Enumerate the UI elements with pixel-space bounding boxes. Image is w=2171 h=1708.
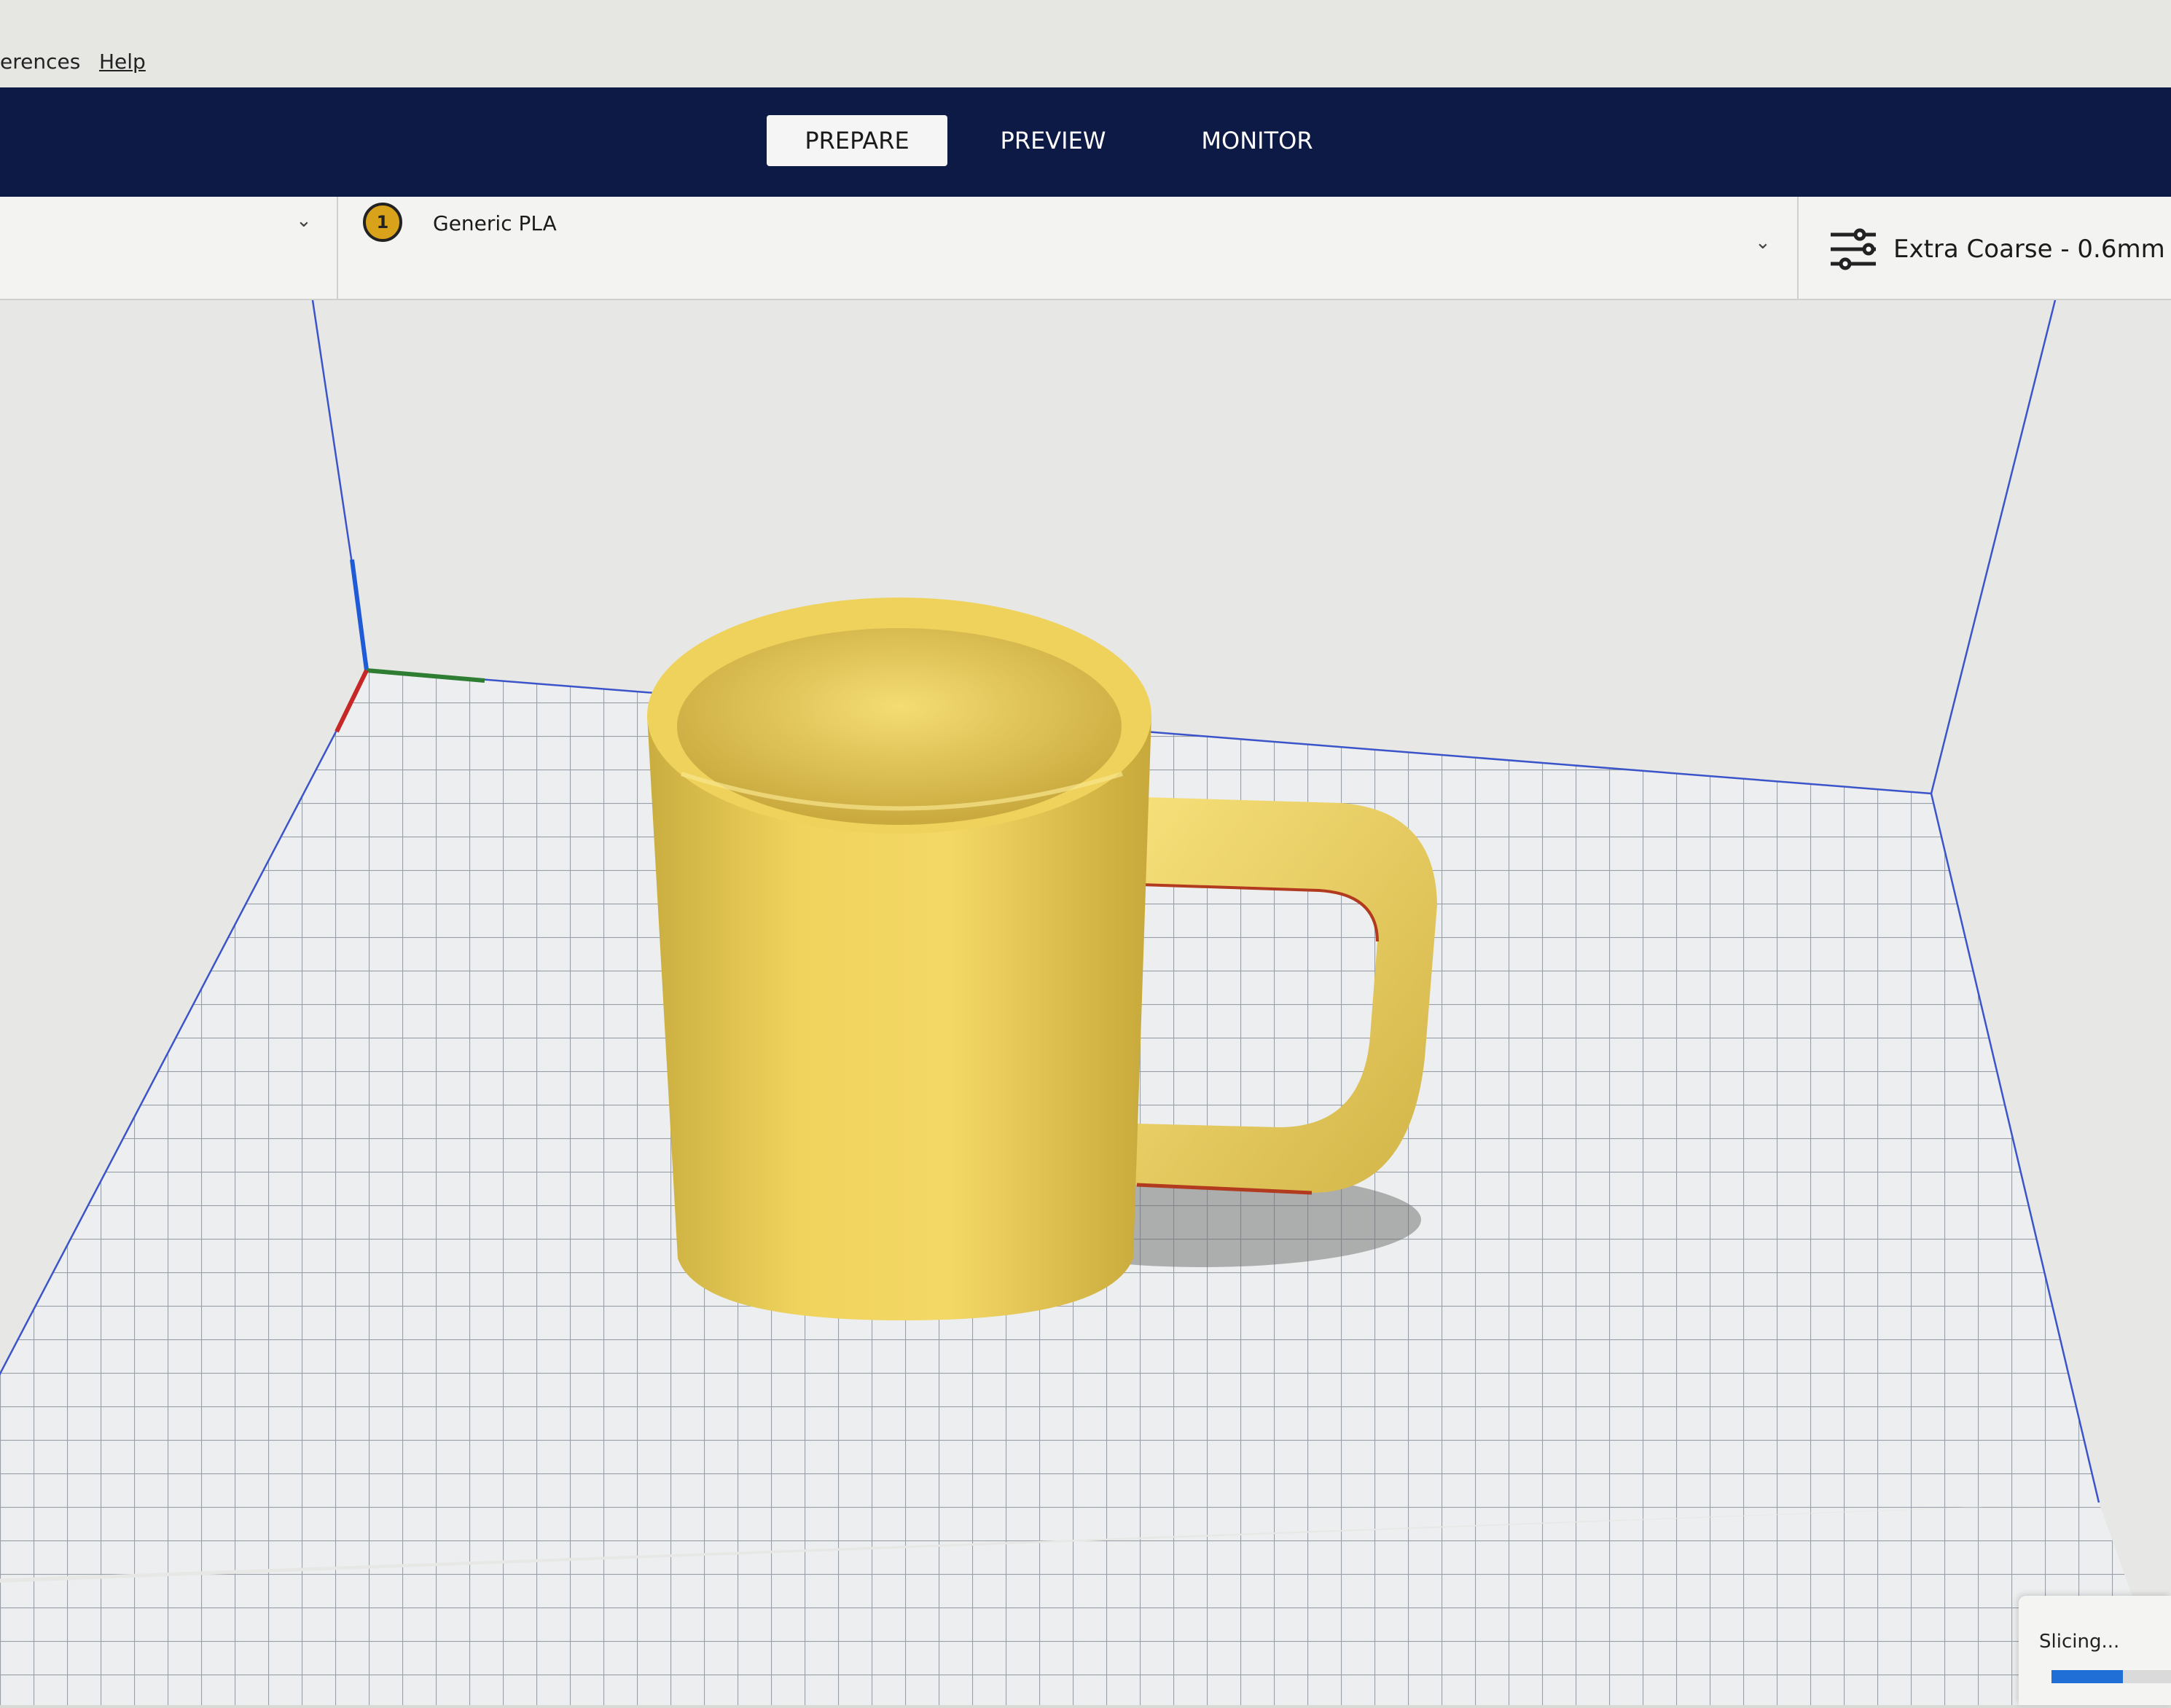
slicing-progress-bar (2051, 1670, 2171, 1683)
chevron-down-icon[interactable]: ⌄ (296, 210, 312, 232)
slicing-progress-fill (2051, 1670, 2124, 1683)
menu-help[interactable]: Help (99, 50, 146, 74)
sliders-icon[interactable] (1828, 226, 1879, 274)
menu-help-label: Help (99, 50, 146, 74)
toolbar-divider (1797, 197, 1799, 299)
tab-prepare[interactable]: PREPARE (767, 115, 947, 166)
3d-viewport[interactable] (0, 270, 2171, 1705)
slicing-status-text: Slicing... (2039, 1631, 2120, 1653)
extruder-badge[interactable]: 1 (363, 203, 402, 242)
viewport-scene (0, 270, 2171, 1705)
mug-model (647, 598, 1151, 1320)
tab-preview[interactable]: PREVIEW (991, 115, 1115, 166)
material-label[interactable]: Generic PLA (433, 211, 557, 235)
chevron-down-icon[interactable]: ⌄ (1755, 232, 1771, 254)
menu-preferences[interactable]: erences (0, 50, 80, 74)
print-profile-label[interactable]: Extra Coarse - 0.6mm (1893, 235, 2165, 264)
stage-navbar: PREPARE PREVIEW MONITOR (0, 87, 2171, 197)
tab-monitor[interactable]: MONITOR (1188, 115, 1326, 166)
menu-bar: erences Help (0, 0, 2171, 87)
toolbar-divider (337, 197, 338, 299)
